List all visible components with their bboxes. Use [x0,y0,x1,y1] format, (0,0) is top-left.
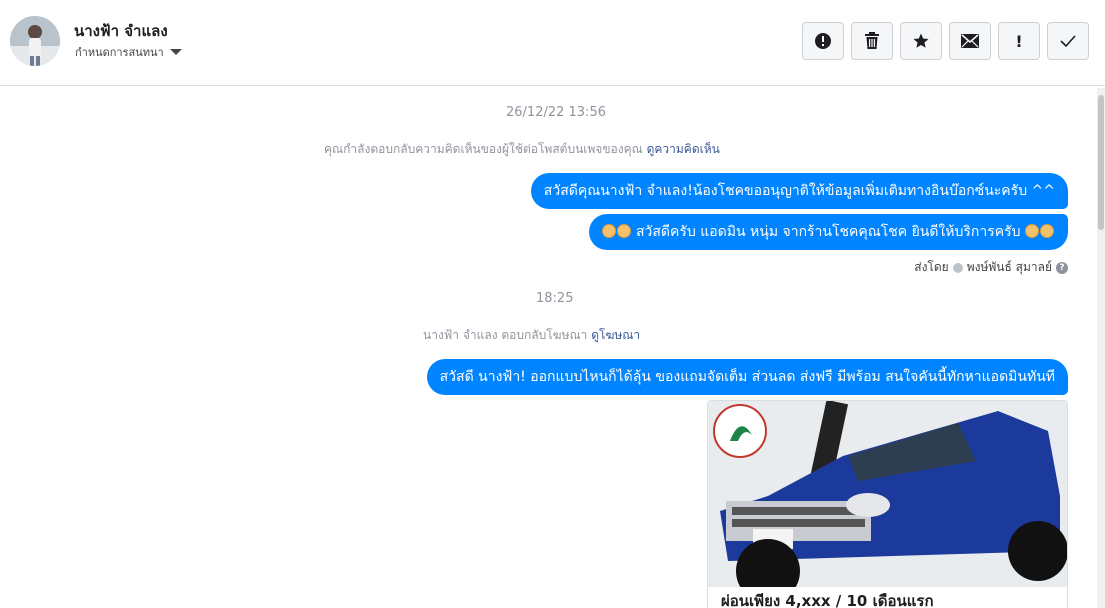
check-icon [1060,35,1076,47]
contact-name: นางฟ้า จำแลง [74,22,168,40]
sent-by-label: ส่งโดย [914,260,949,274]
message-text: สวัสดีครับ แอดมิน หนุ่ม จากร้านโชคคุณโชค… [635,224,1021,240]
truck-image [708,401,1067,603]
verified-icon [952,262,963,273]
emoji-icon [616,224,631,238]
emoji-icon [601,224,616,238]
caret-down-icon [169,49,182,55]
scrollbar-thumb[interactable] [1098,95,1104,230]
note-text: นางฟ้า จำแลง ตอบกลับโฆษณา [423,328,588,342]
note-text: คุณกำลังตอบกลับความคิดเห็นของผู้ใช้ต่อโพ… [324,142,643,156]
mark-unread-button[interactable] [949,22,991,60]
ad-image-card[interactable]: ผ่อนเพียง 4,xxx / 10 เดือนแรก [707,400,1068,608]
timestamp: 26/12/22 13:56 [506,105,606,120]
mark-done-button[interactable] [1047,22,1089,60]
view-ad-link[interactable]: ดูโฆษณา [591,328,640,342]
exclamation-icon: ! [1015,31,1023,51]
comment-reply-note: คุณกำลังตอบกลับความคิดเห็นของผู้ใช้ต่อโพ… [324,140,720,159]
emoji-icon [1040,224,1054,238]
help-icon[interactable]: ? [1056,261,1068,274]
ad-caption: ผ่อนเพียง 4,xxx / 10 เดือนแรก [721,592,934,608]
star-button[interactable] [900,22,942,60]
message-thread[interactable]: 26/12/22 13:56 คุณกำลังตอบกลับความคิดเห็… [0,86,1095,608]
ad-reply-note: นางฟ้า จำแลง ตอบกลับโฆษณา ดูโฆษณา [423,326,640,345]
view-comment-link[interactable]: ดูความคิดเห็น [647,142,720,156]
emoji-icon [1025,224,1039,238]
sender-name: พงษ์พันธ์ สุมาลย์ [966,260,1052,274]
trash-icon [865,32,879,49]
timestamp: 18:25 [536,291,574,306]
avatar[interactable] [10,16,60,66]
assign-conversation-dropdown[interactable]: กำหนดการสนทนา [75,43,182,61]
sent-by-info: ส่งโดย พงษ์พันธ์ สุมาลย์ ? [914,258,1068,277]
report-spam-button[interactable] [802,22,844,60]
message-text: สวัสดีคุณนางฟ้า จำแลง!น้องโชคขออนุญาติให… [543,183,1055,199]
action-toolbar: ! [802,22,1089,60]
follow-up-button[interactable]: ! [998,22,1040,60]
message-bubble[interactable]: สวัสดีคุณนางฟ้า จำแลง!น้องโชคขออนุญาติให… [530,173,1068,209]
report-icon [815,33,831,49]
envelope-icon [961,34,979,48]
delete-button[interactable] [851,22,893,60]
message-bubble[interactable]: สวัสดี นางฟ้า! ออกแบบไหนก็ได้ลุ้น ของแถม… [426,359,1068,395]
message-bubble[interactable]: สวัสดีครับ แอดมิน หนุ่ม จากร้านโชคคุณโชค… [588,214,1068,250]
message-text: สวัสดี นางฟ้า! ออกแบบไหนก็ได้ลุ้น ของแถม… [439,369,1055,385]
conversation-header: นางฟ้า จำแลง กำหนดการสนทนา ! [0,0,1105,86]
assign-label: กำหนดการสนทนา [75,46,164,59]
star-icon [913,33,929,48]
